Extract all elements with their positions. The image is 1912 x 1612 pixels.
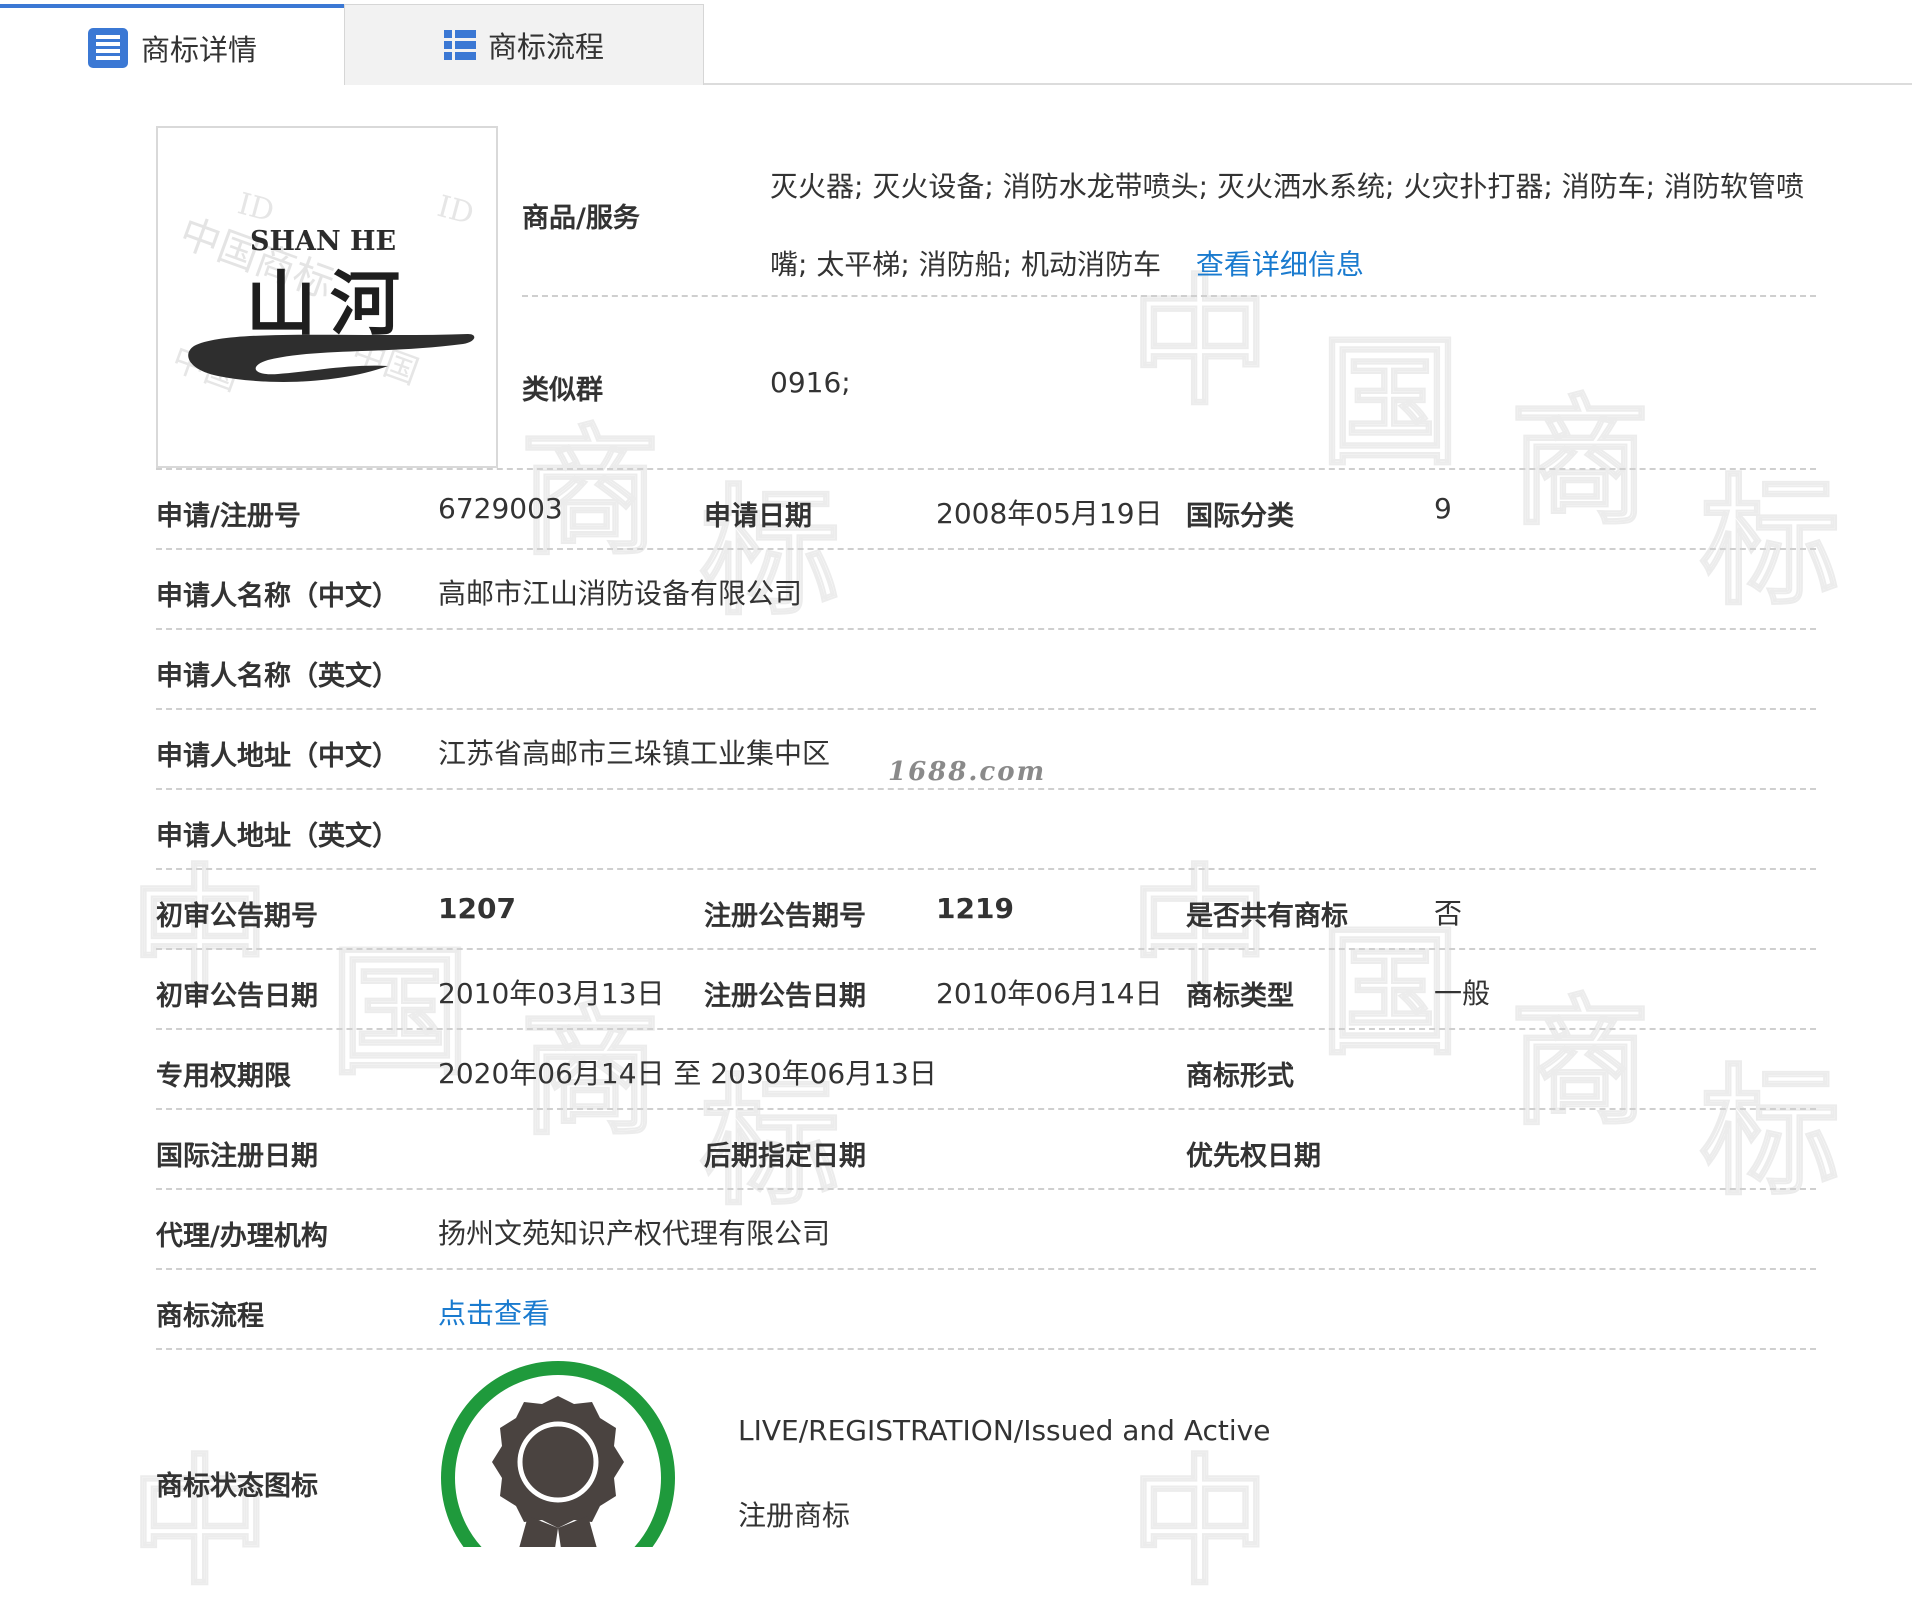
- similar-group-label: 类似群: [522, 375, 603, 406]
- divider: [156, 628, 1816, 630]
- status-text-chinese: 注册商标: [738, 1499, 851, 1532]
- applicant-name-cn-value: 高邮市江山消防设备有限公司: [438, 577, 803, 610]
- international-class-value: 9: [1434, 492, 1452, 525]
- shared-trademark-label: 是否共有商标: [1186, 901, 1348, 932]
- registration-seal-icon: [438, 1358, 678, 1547]
- goods-services-value: 灭火器; 灭火设备; 消防水龙带喷头; 灭火洒水系统; 火灾扑打器; 消防车; …: [770, 148, 1810, 304]
- registration-issue-label: 注册公告期号: [704, 901, 866, 932]
- similar-group-value: 0916;: [770, 366, 851, 399]
- exclusive-period-value: 2020年06月14日 至 2030年06月13日: [438, 1057, 937, 1090]
- divider: [156, 868, 1816, 870]
- registration-date-value: 2010年06月14日: [936, 977, 1163, 1010]
- priority-date-label: 优先权日期: [1186, 1141, 1321, 1172]
- registration-number-label: 申请/注册号: [156, 501, 301, 532]
- trademark-type-label: 商标类型: [1186, 981, 1294, 1012]
- applicant-address-cn-value: 江苏省高邮市三垛镇工业集中区: [438, 737, 831, 770]
- applicant-name-en-label: 申请人名称（英文）: [156, 661, 399, 692]
- status-text-english: LIVE/REGISTRATION/Issued and Active: [738, 1414, 1271, 1447]
- trademark-type-value: 一般: [1434, 977, 1491, 1010]
- application-date-value: 2008年05月19日: [936, 497, 1163, 530]
- applicant-name-cn-label: 申请人名称（中文）: [156, 581, 399, 612]
- divider: [156, 1268, 1816, 1270]
- divider: [156, 788, 1816, 790]
- view-detail-link[interactable]: 查看详细信息: [1196, 248, 1364, 281]
- divider: [156, 1348, 1816, 1350]
- international-registration-date-label: 国际注册日期: [156, 1141, 318, 1172]
- view-process-link[interactable]: 点击查看: [438, 1292, 550, 1332]
- international-class-label: 国际分类: [1186, 501, 1294, 532]
- logo-latin-text: SHAN HE: [250, 226, 396, 257]
- divider: [522, 295, 1816, 297]
- preliminary-date-value: 2010年03月13日: [438, 977, 665, 1010]
- registration-date-label: 注册公告日期: [704, 981, 866, 1012]
- registration-number-value: 6729003: [438, 492, 563, 525]
- divider: [156, 948, 1816, 950]
- agency-label: 代理/办理机构: [156, 1221, 328, 1252]
- trademark-process-label: 商标流程: [156, 1301, 264, 1332]
- svg-text:ID: ID: [234, 186, 278, 229]
- preliminary-issue-value: 1207: [438, 892, 516, 925]
- trademark-form-label: 商标形式: [1186, 1061, 1294, 1092]
- divider: [156, 1028, 1816, 1030]
- trademark-logo-image: 中国商标 中国 中国 ID ID SHAN HE 山河: [156, 126, 498, 468]
- logo-chinese-text: 山河: [246, 262, 414, 345]
- divider: [156, 548, 1816, 550]
- site-watermark: 1688.com: [888, 757, 1047, 787]
- agency-value: 扬州文苑知识产权代理有限公司: [438, 1217, 831, 1250]
- exclusive-period-label: 专用权期限: [156, 1061, 291, 1092]
- divider: [156, 1108, 1816, 1110]
- divider: [156, 468, 1816, 470]
- svg-text:ID: ID: [434, 189, 478, 232]
- application-date-label: 申请日期: [704, 501, 812, 532]
- later-designation-date-label: 后期指定日期: [704, 1141, 866, 1172]
- goods-services-label: 商品/服务: [522, 203, 640, 234]
- divider: [156, 708, 1816, 710]
- applicant-address-en-label: 申请人地址（英文）: [156, 821, 399, 852]
- shared-trademark-value: 否: [1434, 897, 1463, 930]
- registration-issue-value: 1219: [936, 892, 1014, 925]
- trademark-status-label: 商标状态图标: [156, 1471, 318, 1502]
- divider: [156, 1188, 1816, 1190]
- preliminary-issue-label: 初审公告期号: [156, 901, 318, 932]
- preliminary-date-label: 初审公告日期: [156, 981, 318, 1012]
- applicant-address-cn-label: 申请人地址（中文）: [156, 741, 399, 772]
- trademark-logo-graphic: 中国商标 中国 中国 ID ID SHAN HE 山河: [167, 186, 478, 399]
- trademark-detail-panel: 中国商标 中国 中国 ID ID SHAN HE 山河 商品/服务 灭火器; 灭…: [0, 0, 1912, 1547]
